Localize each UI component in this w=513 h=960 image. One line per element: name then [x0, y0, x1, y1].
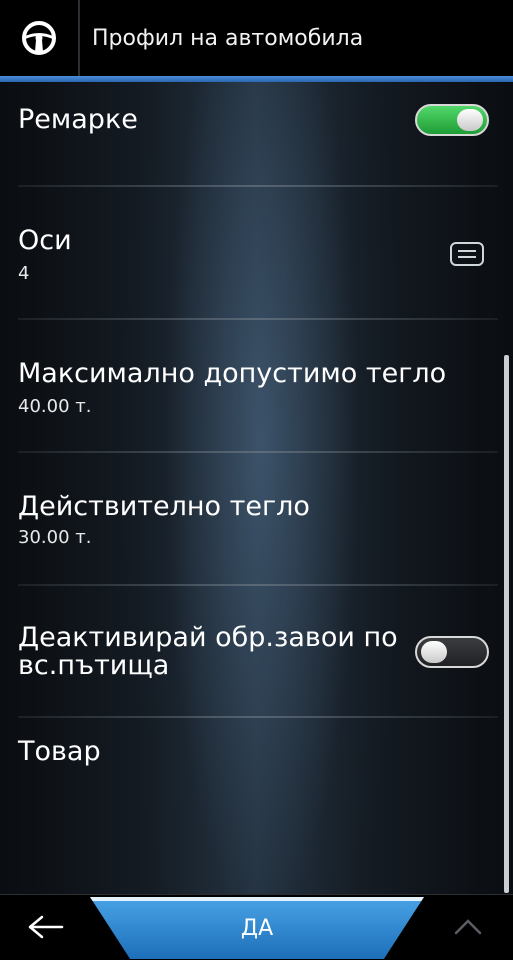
max-weight-label: Максимално допустимо тегло — [18, 358, 447, 389]
app-header: Профил на автомобила — [0, 0, 513, 76]
axles-label: Оси — [18, 225, 72, 256]
trailers-label: Ремарке — [18, 104, 138, 135]
ok-label: ДА — [240, 915, 274, 941]
u-turns-row[interactable]: Деактивирай обр.завои по вс.пътища — [0, 586, 513, 716]
page-title: Профил на автомобила — [92, 25, 364, 51]
u-turns-toggle[interactable] — [415, 636, 489, 668]
u-turns-label: Деактивирай обр.завои по вс.пътища — [18, 622, 398, 681]
settings-list[interactable]: Ремарке Оси 4 Максимално допустимо тегло… — [0, 82, 513, 894]
arrow-left-icon — [28, 915, 64, 939]
max-weight-row[interactable]: Максимално допустимо тегло 40.00 т. — [0, 320, 513, 450]
vehicle-profile-button[interactable] — [0, 0, 80, 76]
max-weight-value: 40.00 т. — [18, 396, 92, 417]
axles-row[interactable]: Оси 4 — [0, 187, 513, 318]
cargo-label: Товар — [18, 736, 101, 767]
back-button[interactable] — [18, 905, 72, 949]
axles-value: 4 — [18, 263, 30, 284]
toggle-knob — [457, 109, 483, 131]
scroll-up-button[interactable] — [450, 911, 486, 941]
chevron-up-icon — [454, 919, 482, 935]
list-icon[interactable] — [450, 242, 484, 266]
trailers-toggle[interactable] — [415, 104, 489, 136]
toggle-knob — [421, 641, 447, 663]
actual-weight-value: 30.00 т. — [18, 527, 92, 548]
bottom-bar: ДА — [0, 894, 513, 960]
trailers-row[interactable]: Ремарке — [0, 82, 513, 186]
scrollbar[interactable] — [504, 355, 509, 893]
actual-weight-label: Действително тегло — [18, 491, 310, 522]
cargo-row[interactable]: Товар — [0, 718, 513, 818]
steering-wheel-icon — [22, 21, 56, 55]
actual-weight-row[interactable]: Действително тегло 30.00 т. — [0, 453, 513, 584]
ok-button[interactable]: ДА — [90, 897, 424, 959]
